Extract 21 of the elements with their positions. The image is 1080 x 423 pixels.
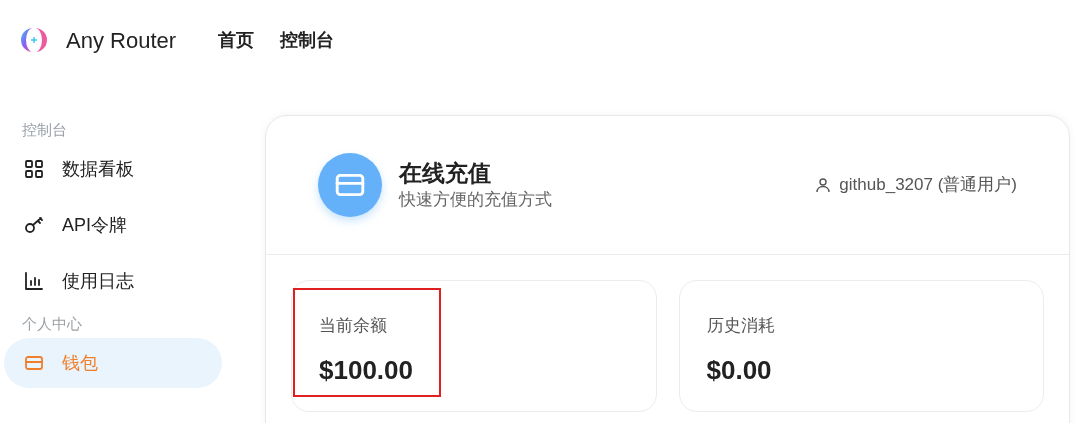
bar-chart-icon xyxy=(24,271,44,291)
card-icon xyxy=(24,353,44,373)
stat-label: 当前余额 xyxy=(319,315,388,337)
stat-label: 历史消耗 xyxy=(706,315,776,337)
sidebar-item[interactable]: API令牌 xyxy=(4,200,222,250)
grid-icon xyxy=(24,159,44,179)
brand-name: Any Router xyxy=(66,26,177,55)
sidebar-section-label: 个人中心 xyxy=(21,314,83,334)
page-title: 在线充值 xyxy=(399,159,492,188)
sidebar-item[interactable]: 使用日志 xyxy=(4,256,222,306)
stat-value: $100.00 xyxy=(319,353,414,387)
user-icon xyxy=(815,177,832,193)
page-subtitle: 快速方便的充值方式 xyxy=(399,189,552,211)
logo-icon xyxy=(20,26,48,54)
sidebar-item[interactable]: 数据看板 xyxy=(4,144,222,194)
key-icon xyxy=(24,215,44,235)
stat-value: $0.00 xyxy=(706,353,773,387)
nav-link[interactable]: 控制台 xyxy=(280,26,335,54)
sidebar-section-label: 控制台 xyxy=(21,120,68,140)
nav-link[interactable]: 首页 xyxy=(218,26,255,54)
user-label: github_3207 (普通用户) xyxy=(839,174,1017,197)
